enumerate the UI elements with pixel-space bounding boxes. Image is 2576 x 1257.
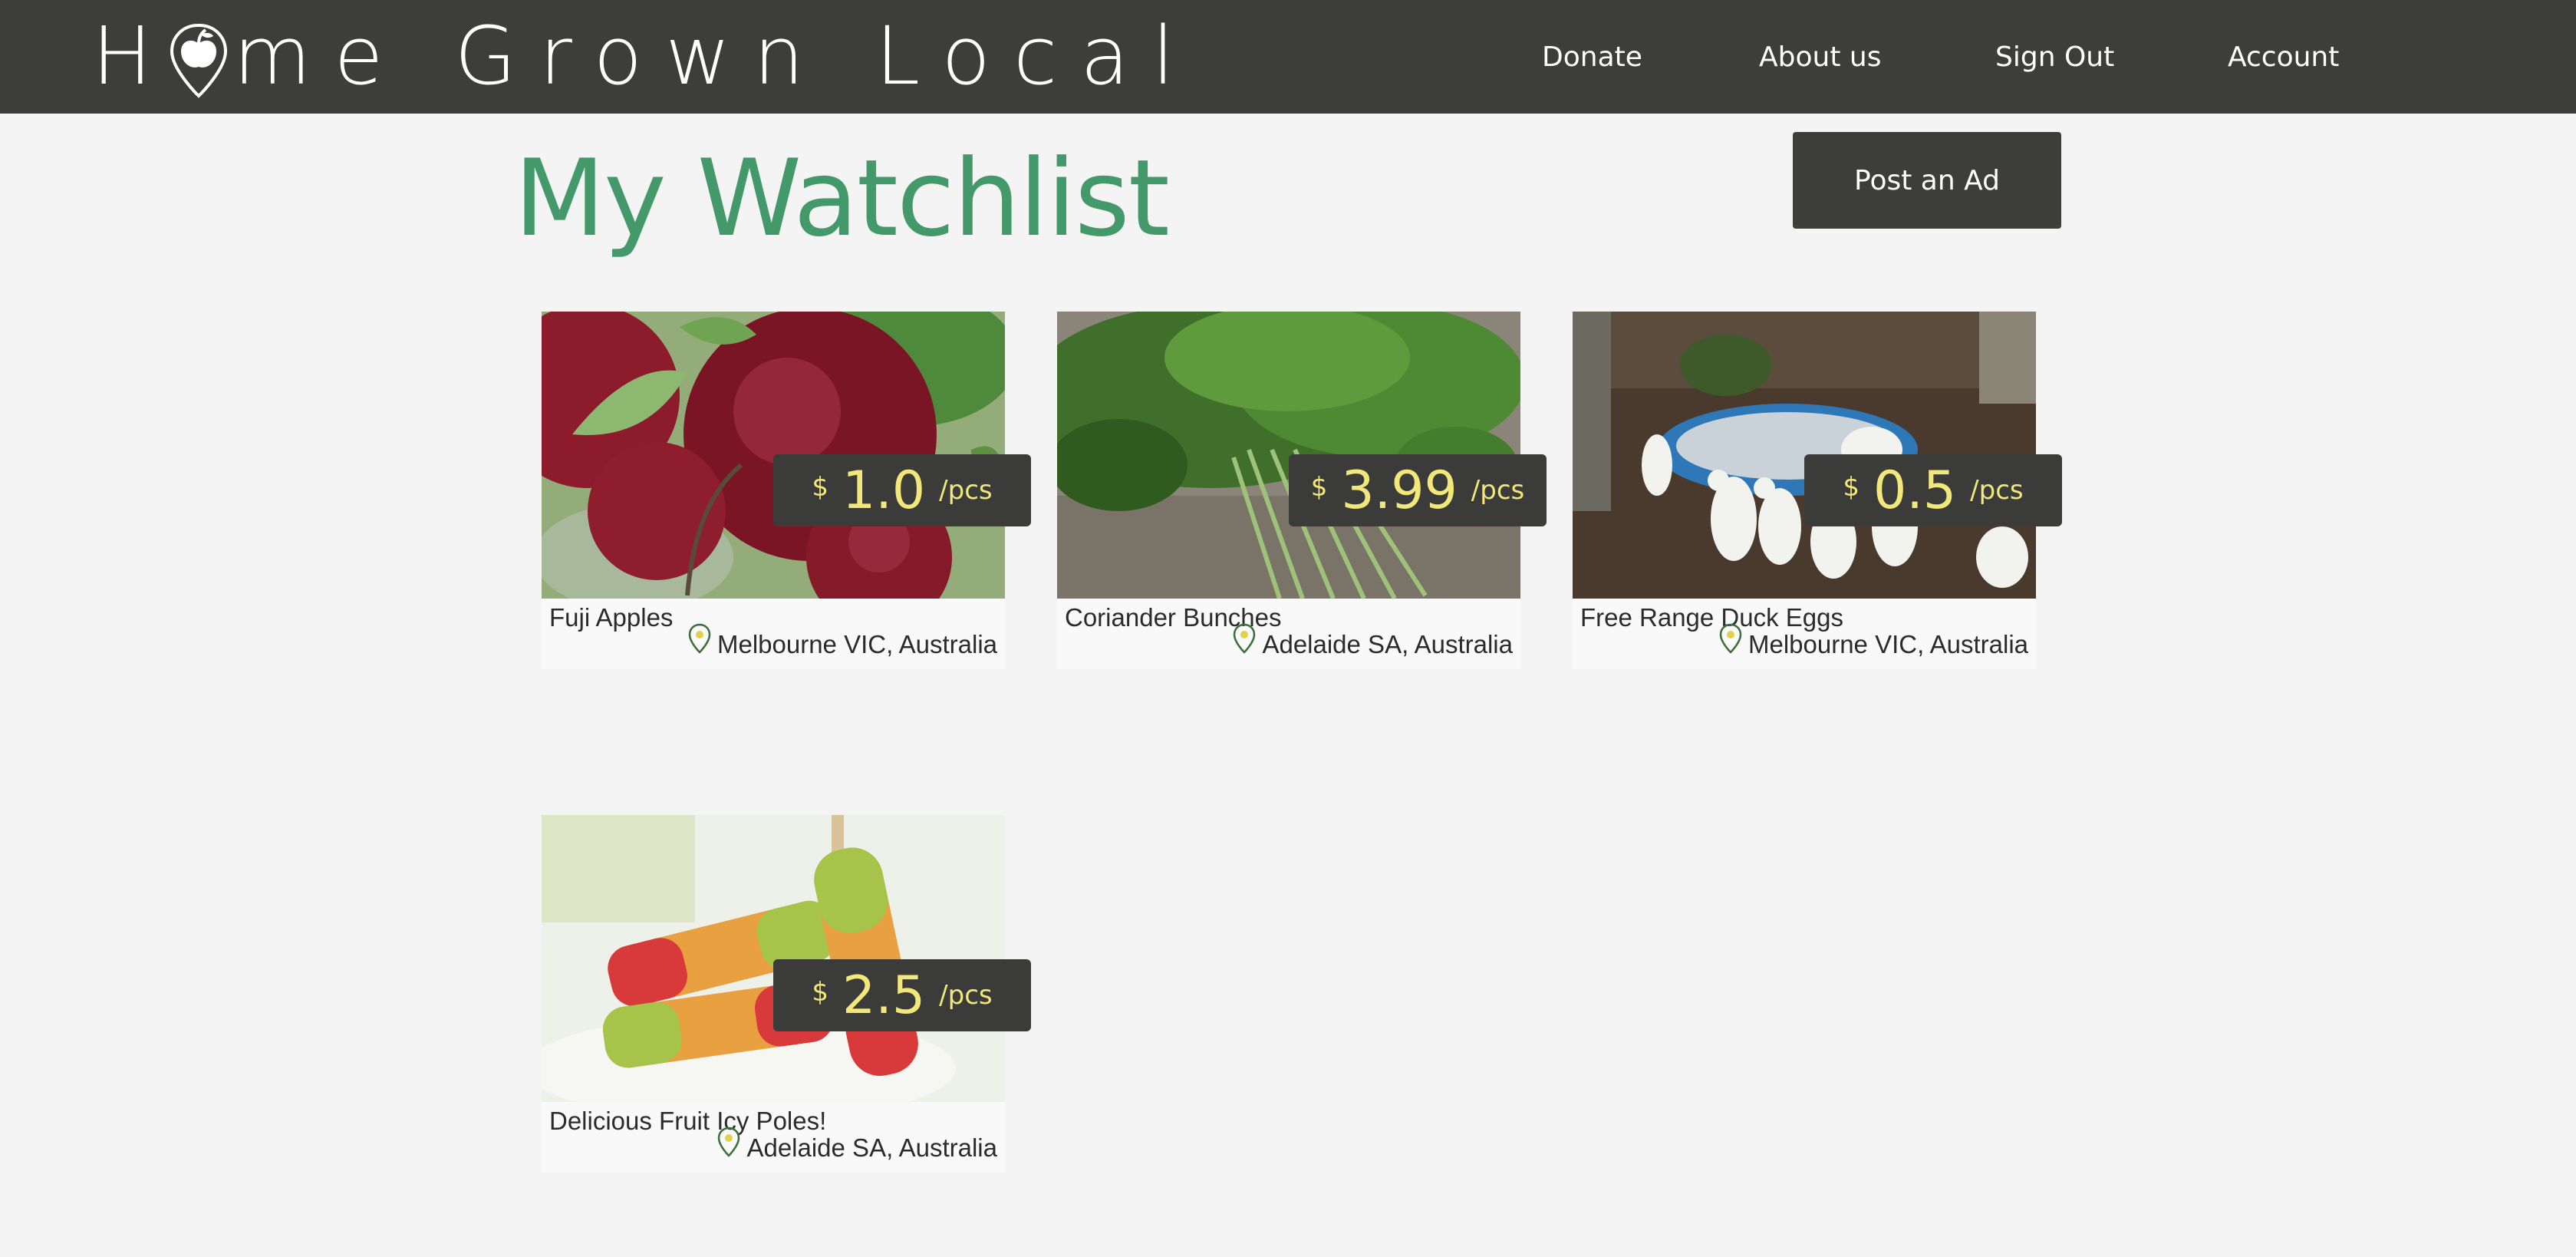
listing-title[interactable]: Delicious Fruit Icy Poles!: [549, 1107, 826, 1136]
listing-location: Melbourne VIC, Australia: [688, 623, 997, 660]
price-amount: 3.99: [1341, 460, 1458, 521]
site-logo[interactable]: H me Grown Local: [92, 6, 1197, 106]
price-amount: 2.5: [842, 965, 926, 1026]
price-tag[interactable]: $ 1.0 /pcs: [773, 454, 1031, 526]
nav-about-link[interactable]: About us: [1759, 0, 1881, 114]
price-tag[interactable]: $ 0.5 /pcs: [1804, 454, 2062, 526]
location-pin-icon: [688, 623, 711, 654]
listing-location: Melbourne VIC, Australia: [1719, 623, 2028, 660]
location-text: Adelaide SA, Australia: [746, 1133, 997, 1162]
nav-account-link[interactable]: Account: [2228, 0, 2339, 114]
price-currency: $: [1310, 472, 1328, 503]
icy-poles-photo[interactable]: [542, 815, 1005, 1102]
location-pin-icon: [718, 1127, 740, 1157]
price-unit: /pcs: [939, 980, 993, 1011]
price-amount: 1.0: [842, 460, 926, 521]
price-currency: $: [812, 977, 829, 1008]
price-currency: $: [1843, 472, 1860, 503]
nav-donate-link[interactable]: Donate: [1542, 0, 1642, 114]
location-pin-icon: [1719, 623, 1742, 654]
location-text: Adelaide SA, Australia: [1262, 630, 1513, 658]
apple-pin-icon: [169, 22, 229, 99]
post-ad-button[interactable]: Post an Ad: [1793, 132, 2061, 229]
listing-location: Adelaide SA, Australia: [1233, 623, 1513, 660]
location-text: Melbourne VIC, Australia: [716, 630, 997, 658]
listing-title[interactable]: Fuji Apples: [549, 603, 673, 632]
price-unit: /pcs: [1471, 475, 1525, 506]
location-text: Melbourne VIC, Australia: [1748, 630, 2028, 658]
price-amount: 0.5: [1873, 460, 1957, 521]
listing-title[interactable]: Free Range Duck Eggs: [1580, 603, 1843, 632]
listing-location: Adelaide SA, Australia: [717, 1127, 997, 1163]
logo-text-start: H: [92, 9, 176, 103]
price-unit: /pcs: [1970, 475, 2024, 506]
top-navigation-bar: H me Grown Local Donate About us Sign Ou…: [0, 0, 2576, 114]
logo-text-end: me Grown Local: [233, 9, 1197, 103]
page-title: My Watchlist: [514, 137, 1170, 260]
nav-signout-link[interactable]: Sign Out: [1995, 0, 2114, 114]
price-unit: /pcs: [939, 475, 993, 506]
location-pin-icon: [1234, 623, 1256, 654]
price-tag[interactable]: $ 2.5 /pcs: [773, 959, 1031, 1031]
price-currency: $: [812, 472, 829, 503]
price-tag[interactable]: $ 3.99 /pcs: [1289, 454, 1547, 526]
